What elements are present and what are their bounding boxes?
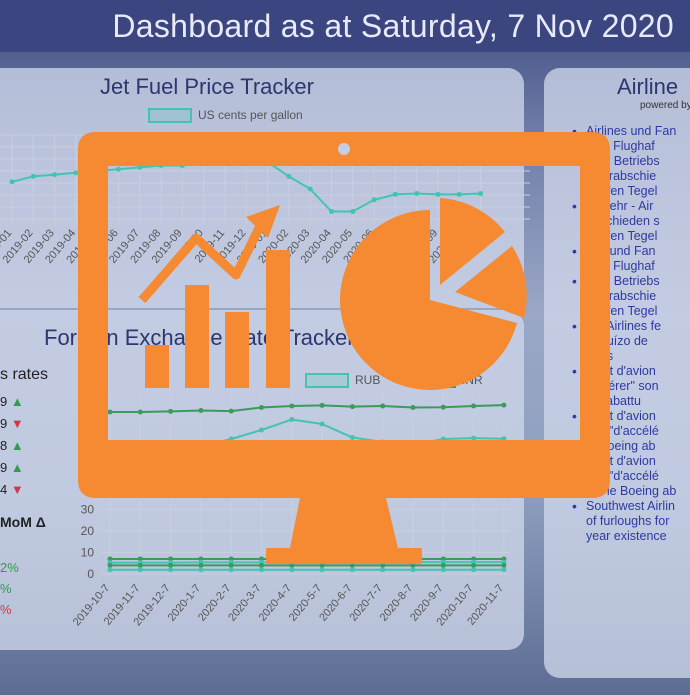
computer-analytics-icon bbox=[78, 132, 610, 564]
